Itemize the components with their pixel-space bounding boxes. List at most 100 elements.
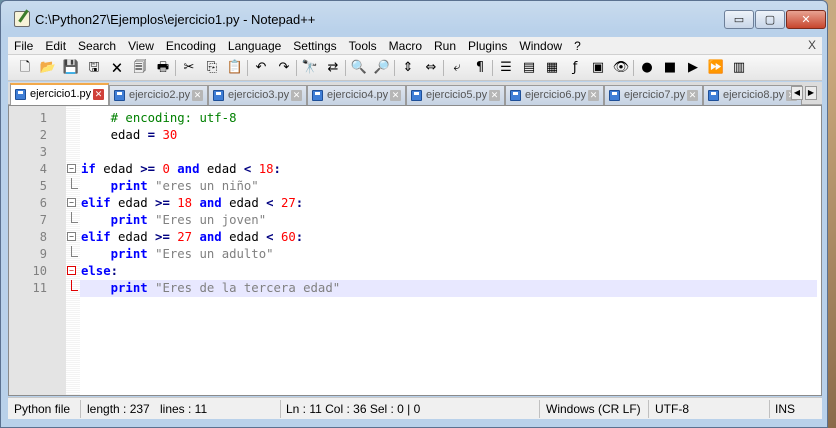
- status-divider: [648, 400, 649, 418]
- record-macro-icon[interactable]: ●: [638, 59, 656, 77]
- user-language-icon[interactable]: ▤: [520, 59, 538, 77]
- code-editor[interactable]: 1 # encoding: utf-8 2 edad = 30 3 4− if edad…: [8, 105, 822, 396]
- code-line[interactable]: 9 print "Eres un adulto": [9, 246, 821, 263]
- fold-toggle-icon[interactable]: −: [67, 232, 76, 241]
- code-line[interactable]: 6 − elif edad >= 18 and edad < 27:: [9, 195, 821, 212]
- code-line[interactable]: 1 # encoding: utf-8: [9, 110, 821, 127]
- menu-item[interactable]: Window: [513, 39, 568, 53]
- tab-ejercicio1-py[interactable]: ejercicio1.py ✕: [10, 83, 109, 105]
- tab-ejercicio3-py[interactable]: ejercicio3.py ✕: [208, 85, 307, 105]
- close-tab-icon[interactable]: ✕: [687, 90, 698, 101]
- code-token: edad: [221, 196, 267, 210]
- menu-item[interactable]: ?: [568, 39, 587, 53]
- save-macro-icon[interactable]: ▥: [730, 59, 748, 77]
- tab-label: ejercicio4.py: [327, 89, 389, 101]
- close-tab-icon[interactable]: ✕: [93, 89, 104, 100]
- close-tab-icon[interactable]: ✕: [291, 90, 302, 101]
- menu-item[interactable]: Edit: [39, 39, 72, 53]
- print-icon[interactable]: 🖶: [154, 59, 172, 77]
- menu-item[interactable]: Language: [222, 39, 287, 53]
- sync-vertical-icon[interactable]: ⇕: [399, 59, 417, 77]
- indent-guide-icon[interactable]: ☰: [497, 59, 515, 77]
- play-macro-icon[interactable]: ▶: [684, 59, 702, 77]
- code-line[interactable]: 7 print "Eres un joven": [9, 212, 821, 229]
- show-all-chars-icon[interactable]: ¶: [471, 59, 489, 77]
- tab-ejercicio7-py[interactable]: ejercicio7.py ✕: [604, 85, 703, 105]
- code-text: else:: [80, 263, 817, 280]
- tab-scroll-right-button[interactable]: ▶: [805, 86, 817, 100]
- close-tab-icon[interactable]: ✕: [489, 90, 500, 101]
- toolbar-separator: [633, 60, 634, 76]
- save-icon[interactable]: 💾: [62, 59, 80, 77]
- tab-ejercicio2-py[interactable]: ejercicio2.py ✕: [109, 85, 208, 105]
- menu-item[interactable]: Plugins: [462, 39, 513, 53]
- code-line[interactable]: 11 print "Eres de la tercera edad": [9, 280, 821, 297]
- tab-scroll-left-button[interactable]: ◀: [791, 86, 803, 100]
- menu-item[interactable]: Run: [428, 39, 462, 53]
- replace-icon[interactable]: ⇄: [324, 59, 342, 77]
- copy-icon[interactable]: ⎘: [203, 59, 221, 77]
- fold-toggle-icon[interactable]: −: [67, 198, 76, 207]
- code-token: "Eres de la tercera edad": [155, 281, 341, 295]
- save-all-icon[interactable]: 🖫: [85, 59, 103, 77]
- code-line[interactable]: 3: [9, 144, 821, 161]
- close-document-button[interactable]: X: [808, 38, 816, 52]
- menu-item[interactable]: View: [122, 39, 160, 53]
- code-line[interactable]: 4 − if edad >= 0 and edad < 18:: [9, 161, 821, 178]
- tab-ejercicio4-py[interactable]: ejercicio4.py ✕: [307, 85, 406, 105]
- maximize-button[interactable]: ▢: [755, 10, 785, 29]
- tab-ejercicio5-py[interactable]: ejercicio5.py ✕: [406, 85, 505, 105]
- stop-macro-icon[interactable]: ■: [661, 59, 679, 77]
- zoom-out-icon[interactable]: 🔎: [373, 59, 391, 77]
- code-token: 30: [162, 128, 178, 142]
- document-map-icon[interactable]: ▦: [543, 59, 561, 77]
- tab-ejercicio8-py[interactable]: ejercicio8.py✕: [703, 85, 802, 105]
- menu-item[interactable]: Settings: [287, 39, 342, 53]
- folder-workspace-icon[interactable]: ▣: [589, 59, 607, 77]
- menu-item[interactable]: Tools: [343, 39, 383, 53]
- file-saved-icon: [510, 90, 521, 101]
- function-list-icon[interactable]: ƒ: [566, 59, 584, 77]
- undo-icon[interactable]: ↶: [252, 59, 270, 77]
- play-macro-multiple-icon[interactable]: ⏩: [707, 59, 725, 77]
- close-window-button[interactable]: ✕: [786, 10, 826, 29]
- paste-icon[interactable]: 📋: [226, 59, 244, 77]
- menu-item[interactable]: File: [8, 39, 39, 53]
- tab-label: ejercicio3.py: [228, 89, 290, 101]
- menu-item[interactable]: Macro: [383, 39, 428, 53]
- close-tab-icon[interactable]: ✕: [588, 90, 599, 101]
- menu-item[interactable]: Encoding: [160, 39, 222, 53]
- toolbar: 🗋 📂 💾 🖫 🗙 🗐 🖶 ✂ ⎘ 📋 ↶ ↷ 🔭 ⇄ 🔍 🔎 ⇕ ⇔ ⤶ ¶ ☰ ▤ ▦ ƒ ▣ 👁 ● ■ ▶ ⏩ ▥: [8, 54, 822, 81]
- toolbar-separator: [175, 60, 176, 76]
- redo-icon[interactable]: ↷: [275, 59, 293, 77]
- open-file-icon[interactable]: 📂: [39, 59, 57, 77]
- code-token: edad: [199, 162, 244, 176]
- find-icon[interactable]: 🔭: [301, 59, 319, 77]
- close-tab-icon[interactable]: ✕: [192, 90, 203, 101]
- fold-end-marker: [71, 246, 78, 257]
- code-line[interactable]: 8 − elif edad >= 27 and edad < 60:: [9, 229, 821, 246]
- minimize-button[interactable]: ▭: [724, 10, 754, 29]
- close-icon[interactable]: 🗙: [108, 59, 126, 77]
- new-file-icon[interactable]: 🗋: [16, 59, 34, 77]
- fold-toggle-icon[interactable]: −: [67, 164, 76, 173]
- word-wrap-icon[interactable]: ⤶: [448, 59, 466, 77]
- zoom-in-icon[interactable]: 🔍: [350, 59, 368, 77]
- code-line[interactable]: 5 print "eres un niño": [9, 178, 821, 195]
- monitoring-icon[interactable]: 👁: [612, 59, 630, 77]
- menu-item[interactable]: Search: [72, 39, 122, 53]
- status-divider: [80, 400, 81, 418]
- code-text: print "Eres de la tercera edad": [80, 280, 817, 297]
- tab-ejercicio6-py[interactable]: ejercicio6.py ✕: [505, 85, 604, 105]
- code-token: # encoding: utf-8: [110, 111, 237, 125]
- code-token: print: [110, 281, 148, 295]
- sync-horizontal-icon[interactable]: ⇔: [422, 59, 440, 77]
- close-tab-icon[interactable]: ✕: [390, 90, 401, 101]
- code-line[interactable]: 2 edad = 30: [9, 127, 821, 144]
- close-all-icon[interactable]: 🗐: [131, 59, 149, 77]
- code-line[interactable]: 10 − else:: [9, 263, 821, 280]
- fold-toggle-icon[interactable]: −: [67, 266, 76, 275]
- cut-icon[interactable]: ✂: [180, 59, 198, 77]
